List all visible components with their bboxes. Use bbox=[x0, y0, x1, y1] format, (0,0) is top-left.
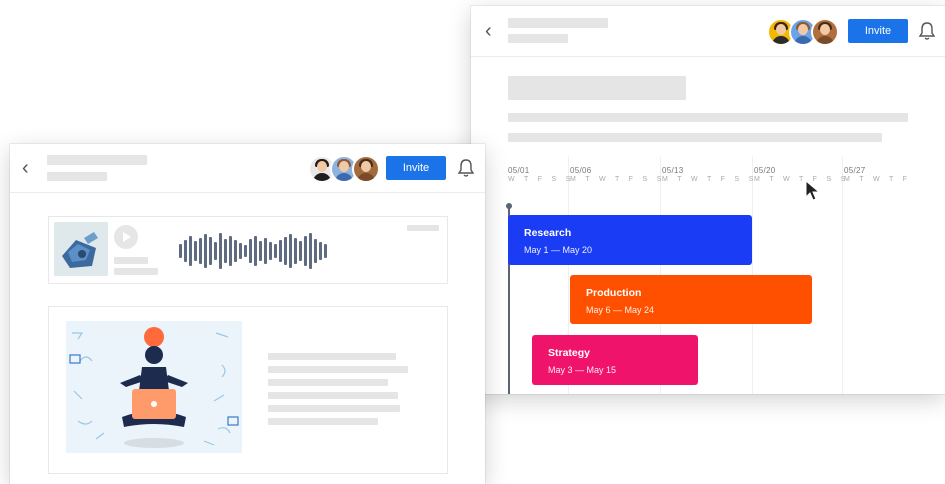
waveform-bar bbox=[314, 239, 317, 263]
waveform-bar bbox=[199, 238, 202, 264]
project-window: ‹ Invite bbox=[10, 144, 485, 484]
waveform-bar bbox=[249, 239, 252, 263]
chevron-left-icon[interactable]: ‹ bbox=[22, 158, 38, 178]
waveform-bar bbox=[264, 238, 267, 264]
robot-icon bbox=[54, 222, 108, 276]
waveform-bar bbox=[179, 244, 182, 258]
waveform-bar bbox=[284, 237, 287, 265]
task-dates: May 6 — May 24 bbox=[586, 305, 655, 315]
waveform-bar bbox=[219, 233, 222, 269]
timeline-window: ‹ Invite 05/01 05/06 05/13 05/20 05/27 W… bbox=[471, 6, 945, 394]
weekday-letters: M T W T F bbox=[844, 176, 911, 183]
audio-thumbnail bbox=[54, 222, 108, 276]
top-bar: ‹ Invite bbox=[10, 144, 485, 193]
audio-waveform[interactable] bbox=[179, 233, 327, 269]
text-line-placeholder bbox=[508, 133, 882, 142]
waveform-bar bbox=[289, 234, 292, 268]
text-line-placeholder bbox=[268, 353, 396, 360]
week-label: 05/20 bbox=[754, 166, 776, 175]
task-bar-research[interactable]: Research May 1 — May 20 bbox=[508, 215, 752, 265]
text-line-placeholder bbox=[268, 392, 398, 399]
task-bar-production[interactable]: Production May 6 — May 24 bbox=[570, 275, 812, 324]
week-label: 05/13 bbox=[662, 166, 684, 175]
invite-button[interactable]: Invite bbox=[386, 156, 446, 180]
waveform-bar bbox=[224, 239, 227, 263]
task-name: Research bbox=[524, 227, 572, 239]
audio-meta-placeholder bbox=[114, 257, 148, 264]
week-label: 05/27 bbox=[844, 166, 866, 175]
avatar[interactable] bbox=[352, 155, 380, 183]
avatar[interactable] bbox=[811, 18, 839, 46]
waveform-bar bbox=[269, 242, 272, 260]
bell-icon[interactable] bbox=[918, 21, 936, 41]
task-name: Production bbox=[586, 287, 642, 299]
title-placeholder bbox=[508, 18, 608, 28]
mouse-pointer-icon bbox=[805, 180, 821, 201]
waveform-bar bbox=[234, 240, 237, 262]
waveform-bar bbox=[229, 236, 232, 266]
illustration-card[interactable] bbox=[48, 306, 448, 474]
waveform-bar bbox=[254, 236, 257, 266]
weekday-letters: W T F S S bbox=[508, 176, 575, 183]
top-bar: ‹ Invite bbox=[471, 6, 945, 57]
weekday-letters: M T W T F S S bbox=[662, 176, 758, 183]
task-dates: May 1 — May 20 bbox=[524, 245, 593, 255]
chevron-left-icon[interactable]: ‹ bbox=[485, 21, 501, 41]
text-line-placeholder bbox=[268, 418, 378, 425]
play-icon bbox=[123, 232, 131, 242]
task-dates: May 3 — May 15 bbox=[548, 365, 617, 375]
waveform-bar bbox=[294, 238, 297, 264]
duration-placeholder bbox=[407, 225, 439, 231]
play-button[interactable] bbox=[114, 225, 138, 249]
title-placeholder bbox=[47, 155, 147, 165]
task-name: Strategy bbox=[548, 347, 591, 359]
subtitle-placeholder bbox=[508, 34, 568, 43]
text-line-placeholder bbox=[268, 366, 408, 373]
waveform-bar bbox=[184, 240, 187, 262]
waveform-bar bbox=[274, 244, 277, 258]
invite-button[interactable]: Invite bbox=[848, 19, 908, 43]
waveform-bar bbox=[304, 236, 307, 266]
waveform-bar bbox=[214, 242, 217, 260]
text-line-placeholder bbox=[268, 405, 400, 412]
week-label: 05/01 bbox=[508, 166, 530, 175]
weekday-letters: M T W T F S S bbox=[754, 176, 850, 183]
weekday-letters: M T W T F S S bbox=[570, 176, 666, 183]
subtitle-placeholder bbox=[47, 172, 107, 181]
waveform-bar bbox=[299, 241, 302, 261]
waveform-bar bbox=[324, 244, 327, 258]
audio-meta-placeholder bbox=[114, 268, 158, 275]
waveform-bar bbox=[194, 241, 197, 261]
bell-icon[interactable] bbox=[457, 158, 475, 178]
waveform-bar bbox=[244, 245, 247, 257]
task-bar-strategy[interactable]: Strategy May 3 — May 15 bbox=[532, 335, 698, 385]
text-line-placeholder bbox=[508, 113, 908, 122]
meditation-illustration bbox=[66, 321, 242, 453]
waveform-bar bbox=[189, 236, 192, 266]
waveform-bar bbox=[279, 240, 282, 262]
week-label: 05/06 bbox=[570, 166, 592, 175]
waveform-bar bbox=[209, 237, 212, 265]
text-line-placeholder bbox=[268, 379, 388, 386]
waveform-bar bbox=[309, 233, 312, 269]
waveform-bar bbox=[319, 242, 322, 260]
grid-line bbox=[842, 156, 843, 394]
audio-card[interactable] bbox=[48, 216, 448, 284]
heading-placeholder bbox=[508, 76, 686, 100]
waveform-bar bbox=[204, 234, 207, 268]
waveform-bar bbox=[239, 243, 242, 259]
waveform-bar bbox=[259, 241, 262, 261]
